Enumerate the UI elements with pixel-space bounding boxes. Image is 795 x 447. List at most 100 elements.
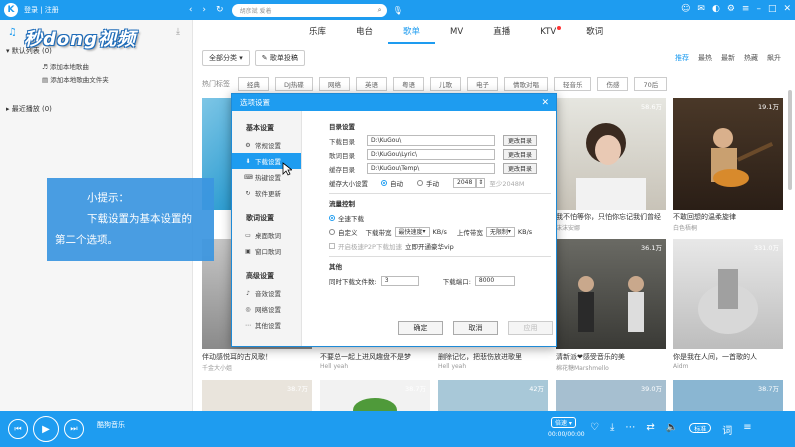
tab-playlists[interactable]: 歌单 — [388, 20, 436, 44]
sort-rising[interactable]: 飙升 — [767, 53, 781, 63]
tag-item[interactable]: 英语 — [355, 77, 387, 91]
more-icon[interactable]: ⋯ — [625, 422, 635, 437]
menu-icon[interactable]: ≡ — [742, 4, 750, 14]
sort-recommend[interactable]: 推荐 — [675, 53, 689, 63]
tab-library[interactable]: 乐库 — [294, 20, 341, 44]
add-local-song-link[interactable]: ♬ 添加本地歌曲 — [0, 58, 192, 71]
playlist-cover[interactable]: 38.7万 — [320, 380, 430, 411]
tag-item[interactable]: DJ热碟 — [275, 77, 313, 91]
volume-icon[interactable]: 🔈 — [666, 422, 678, 437]
download-icon[interactable]: ⤓ — [176, 27, 180, 37]
download-icon[interactable]: ⤓ — [610, 422, 614, 437]
tab-lyrics[interactable]: 歌词 — [571, 20, 618, 44]
nav-general[interactable]: ⚙ 常规设置 — [232, 137, 301, 153]
close-icon[interactable]: ✕ — [783, 4, 791, 14]
full-speed-radio[interactable] — [329, 214, 335, 221]
playlist-title[interactable]: 不要总一起上进风趣盘不是梦 Hell yeah — [320, 352, 435, 370]
cache-size-stepper[interactable]: ⇕ — [476, 177, 486, 188]
playlist-cover[interactable]: 38.7万 — [673, 380, 783, 411]
minimize-icon[interactable]: – — [756, 4, 761, 14]
search-icon[interactable]: ⌕ — [378, 6, 382, 15]
cache-size-input[interactable]: 2048 — [453, 177, 477, 188]
change-cache-dir-button[interactable]: 更改目录 — [503, 163, 538, 174]
playlist-icon[interactable]: ≡ — [743, 422, 751, 437]
tab-radio[interactable]: 电台 — [341, 20, 388, 44]
sort-hot[interactable]: 最热 — [698, 53, 712, 63]
vip-link[interactable]: 立即开通豪华vip — [405, 241, 454, 251]
playlist-title[interactable]: 我不怕等你，只怕你忘记我们曾经 沫沫安娜 — [556, 212, 671, 232]
close-icon[interactable]: ✕ — [541, 98, 549, 108]
microphone-icon[interactable]: 🎙 — [393, 6, 403, 15]
nav-other[interactable]: ⋯ 其他设置 — [232, 317, 301, 333]
change-download-dir-button[interactable]: 更改目录 — [503, 135, 538, 146]
cache-auto-radio[interactable] — [381, 179, 387, 186]
custom-speed-radio[interactable] — [329, 228, 335, 235]
category-dropdown[interactable]: 全部分类 ▾ — [202, 50, 250, 66]
playlist-cover[interactable]: 19.1万 — [673, 98, 783, 210]
tag-item[interactable]: 电子 — [466, 77, 498, 91]
login-link[interactable]: 登录 | 注册 — [24, 5, 59, 15]
speed-button[interactable]: 倍速 ▾ — [551, 417, 576, 428]
tag-item[interactable]: 轻音乐 — [553, 77, 592, 91]
scrollbar[interactable] — [788, 90, 792, 190]
playlist-title[interactable]: 伴动感悦耳的古风歌！ 千金大小姐 — [202, 352, 317, 372]
nav-network[interactable]: ◎ 网络设置 — [232, 301, 301, 317]
tag-item[interactable]: 经典 — [238, 77, 269, 91]
max-tasks-input[interactable]: 3 — [380, 275, 419, 286]
back-arrow-icon[interactable]: ‹ — [189, 5, 193, 15]
p2p-checkbox[interactable] — [329, 242, 335, 249]
quality-button[interactable]: 标准 — [689, 423, 712, 433]
tag-item[interactable]: 网络 — [318, 77, 350, 91]
loop-icon[interactable]: ⇄ — [646, 422, 654, 437]
lyric-dir-input[interactable]: D:\KuGou\Lyric\ — [367, 149, 495, 160]
playlist-title[interactable]: 删除记忆，把悲伤放进歌里 Hell yeah — [438, 352, 553, 370]
upload-bw-select[interactable]: 无限制 ▾ — [485, 226, 515, 237]
playlist-cover[interactable]: 39.0万 — [556, 380, 666, 411]
download-dir-input[interactable]: D:\KuGou\ — [367, 135, 495, 146]
cache-manual-radio[interactable] — [417, 179, 423, 186]
playlist-cover[interactable]: 36.1万 — [556, 239, 666, 349]
music-note-icon[interactable]: ♫ — [8, 27, 17, 38]
playlist-title[interactable]: 你是我在人间，一首歌的人 Aidm — [673, 352, 788, 370]
download-bw-select[interactable]: 最快速度 ▾ — [394, 226, 430, 237]
recent-play[interactable]: ▸ 最近播放 (0) — [6, 104, 52, 114]
playlist-cover[interactable]: 42万 — [438, 380, 548, 411]
port-input[interactable]: 8000 — [474, 275, 515, 286]
message-icon[interactable]: ✉ — [697, 4, 705, 14]
change-lyric-dir-button[interactable]: 更改目录 — [503, 149, 538, 160]
tab-mv[interactable]: MV — [435, 20, 478, 44]
play-button[interactable]: ▶ — [33, 416, 59, 442]
nav-window-lyrics[interactable]: ▣ 窗口歌词 — [232, 243, 301, 259]
tag-item[interactable]: 伤感 — [597, 77, 629, 91]
playlist-cover[interactable]: 331.0万 — [673, 239, 783, 349]
user-icon[interactable]: ☺ — [681, 4, 690, 14]
nav-sound[interactable]: ♪ 音效设置 — [232, 285, 301, 301]
previous-track-button[interactable]: ⏮ — [8, 419, 28, 439]
settings-icon[interactable]: ⚙ — [727, 4, 735, 14]
maximize-icon[interactable]: □ — [768, 4, 777, 14]
next-track-button[interactable]: ⏭ — [64, 419, 84, 439]
skin-icon[interactable]: ◐ — [712, 4, 720, 14]
playlist-title[interactable]: 清新派❤感受音乐的美 棉花糖Marshmello — [556, 352, 671, 372]
tag-item[interactable]: 情歌对唱 — [503, 77, 548, 91]
apply-button[interactable]: 应用 — [508, 321, 553, 335]
heart-icon[interactable]: ♡ — [590, 422, 599, 437]
playlist-cover[interactable]: 38.7万 — [202, 380, 312, 411]
nav-desktop-lyrics[interactable]: ▭ 桌面歌词 — [232, 227, 301, 243]
tag-item[interactable]: 粤语 — [392, 77, 424, 91]
lyrics-icon[interactable]: 词 — [722, 422, 732, 437]
sort-collected[interactable]: 热藏 — [744, 53, 758, 63]
playlist-cover[interactable]: 58.6万 — [556, 98, 666, 210]
nav-update[interactable]: ↻ 软件更新 — [232, 185, 301, 201]
forward-arrow-icon[interactable]: › — [202, 5, 206, 15]
upload-playlist-button[interactable]: ✎ 歌单投稿 — [254, 50, 305, 66]
cache-dir-input[interactable]: D:\KuGou\Temp\ — [367, 163, 495, 174]
playlist-title[interactable]: 不敢回想的温柔旋律 白色梧桐 — [673, 212, 788, 232]
refresh-icon[interactable]: ↻ — [216, 5, 224, 15]
search-input[interactable]: 胡彦斌 爱着 ⌕ — [231, 3, 387, 17]
sort-new[interactable]: 最新 — [721, 53, 735, 63]
ok-button[interactable]: 确定 — [398, 321, 443, 335]
cancel-button[interactable]: 取消 — [453, 321, 498, 335]
add-folder-link[interactable]: ▤ 添加本地歌曲文件夹 — [0, 71, 192, 84]
tag-item[interactable]: 70后 — [634, 77, 668, 91]
